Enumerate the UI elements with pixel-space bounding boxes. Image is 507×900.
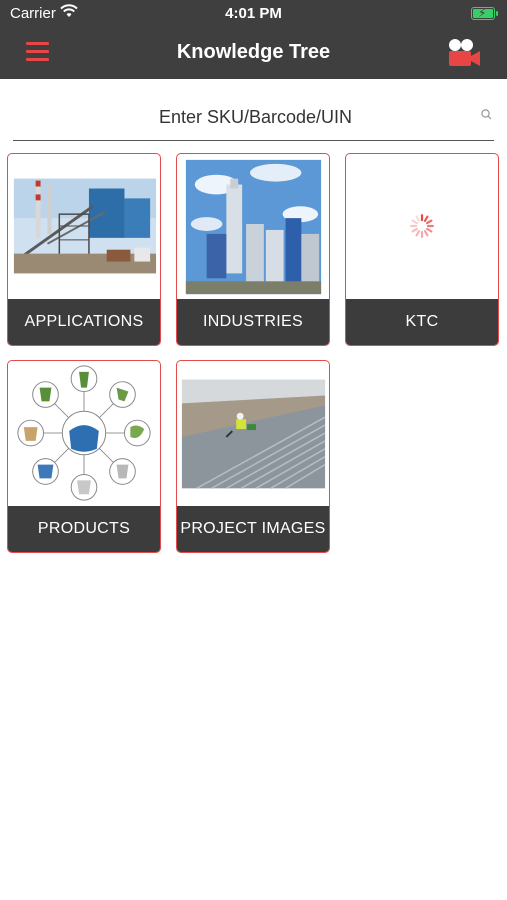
status-time: 4:01 PM xyxy=(225,5,282,22)
app-header: Carrier 4:01 PM ⚡ Knowledge Tree xyxy=(0,0,507,79)
video-camera-icon[interactable] xyxy=(446,38,482,68)
tile-label: INDUSTRIES xyxy=(177,299,329,345)
tile-label: PRODUCTS xyxy=(8,506,160,552)
loading-spinner-icon xyxy=(410,214,434,238)
battery-icon: ⚡ xyxy=(471,6,498,20)
tile-label: KTC xyxy=(346,299,498,345)
status-bar: Carrier 4:01 PM ⚡ xyxy=(0,0,507,28)
search-input[interactable] xyxy=(13,98,498,136)
page-title: Knowledge Tree xyxy=(176,41,331,63)
search-icon[interactable] xyxy=(481,109,492,120)
tile-products[interactable]: PRODUCTS xyxy=(7,360,161,553)
tile-applications[interactable]: APPLICATIONS xyxy=(7,153,161,346)
tile-project-images[interactable]: PROJECT IMAGES xyxy=(176,360,330,553)
tile-label: APPLICATIONS xyxy=(8,299,160,345)
tile-label: PROJECT IMAGES xyxy=(177,506,329,552)
products-image xyxy=(17,365,151,501)
applications-image xyxy=(13,178,157,274)
tile-industries[interactable]: INDUSTRIES xyxy=(176,153,330,346)
tile-ktc[interactable]: KTC xyxy=(345,153,499,346)
project-images-image xyxy=(181,379,326,489)
industries-image xyxy=(185,159,322,295)
search-bar xyxy=(13,98,498,141)
